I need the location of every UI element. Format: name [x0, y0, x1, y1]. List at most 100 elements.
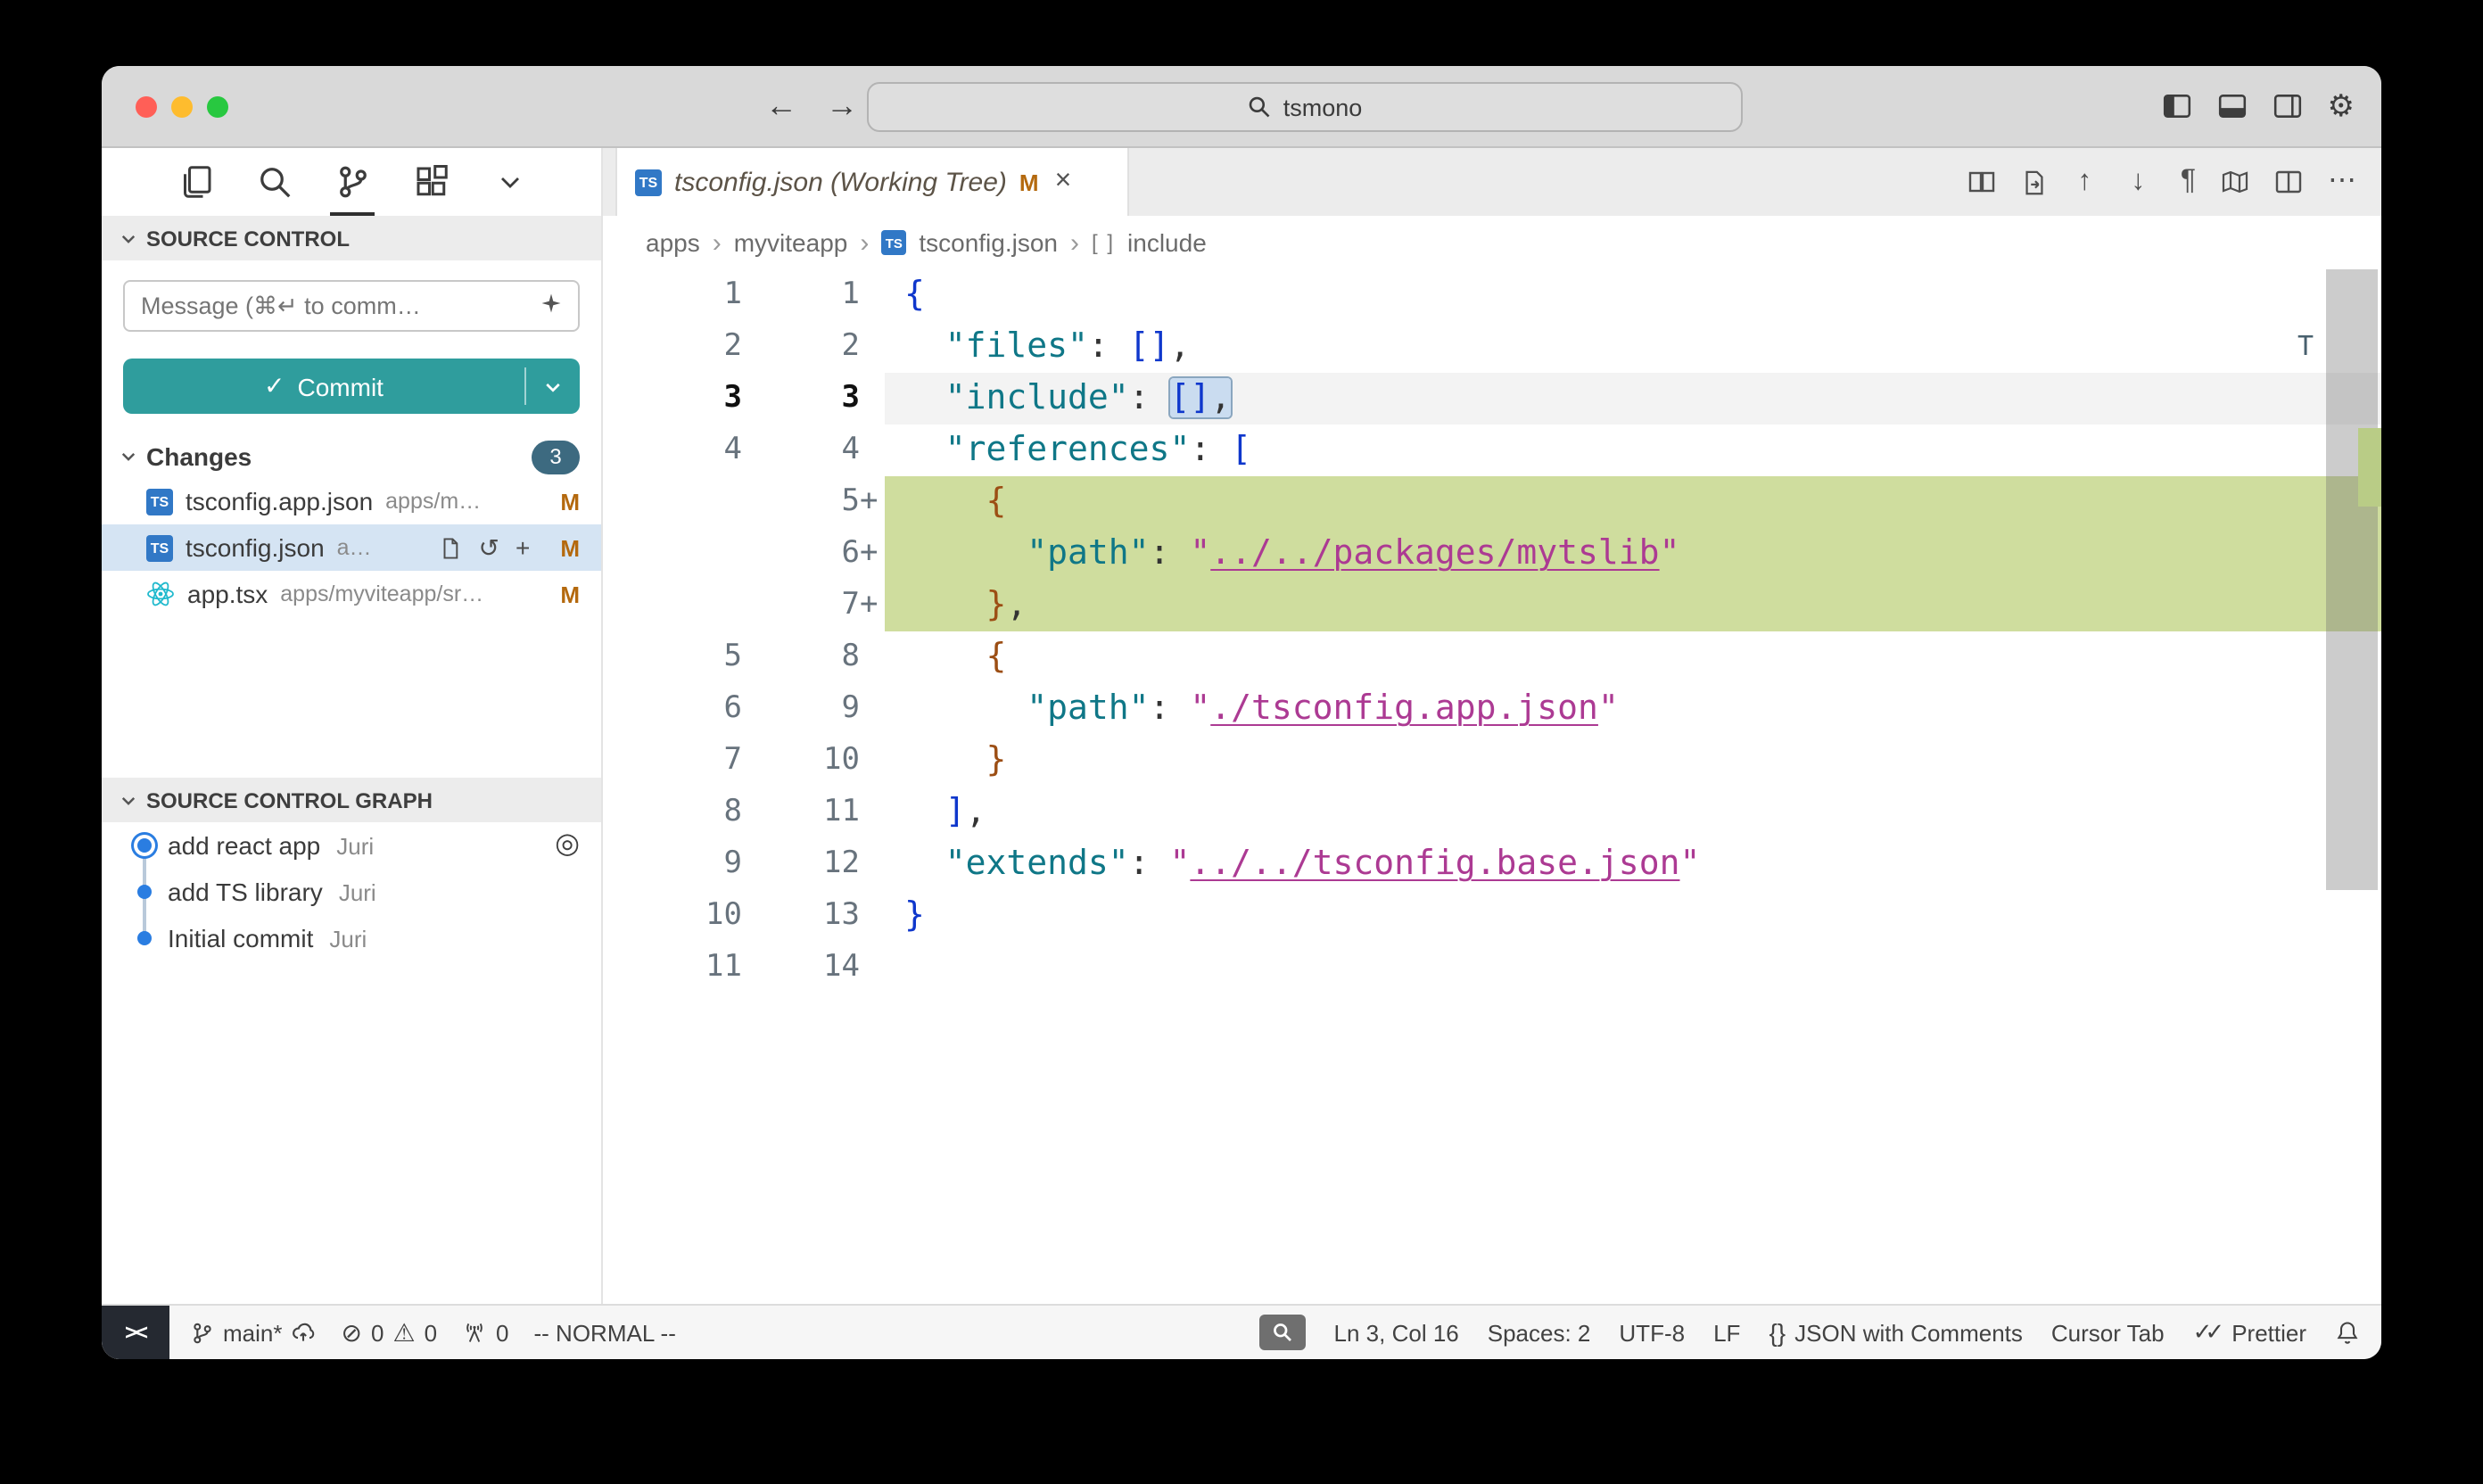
more-views-chevron-icon[interactable] — [491, 163, 528, 201]
warning-icon: ⚠ — [392, 1320, 415, 1345]
radio-tower-icon — [462, 1320, 487, 1345]
breadcrumb-item[interactable]: tsconfig.json — [919, 228, 1058, 257]
warning-count: 0 — [425, 1319, 437, 1346]
code-line[interactable]: 6+ "path": "../../packages/mytslib" — [603, 528, 2381, 580]
ports-indicator[interactable]: 0 — [462, 1319, 508, 1346]
command-center[interactable]: tsmono — [867, 82, 1743, 132]
close-window-button[interactable] — [136, 95, 157, 117]
toggle-panel-icon[interactable] — [2217, 91, 2248, 121]
problems-indicator[interactable]: ⊘ 0 ⚠ 0 — [342, 1319, 438, 1346]
more-actions-icon[interactable]: ⋯ — [2328, 168, 2356, 196]
cursor-position-indicator[interactable]: Ln 3, Col 16 — [1334, 1319, 1459, 1346]
scrollbar-thumb[interactable] — [2326, 269, 2378, 890]
breadcrumb-item[interactable]: myviteapp — [734, 228, 848, 257]
commit-row[interactable]: Initial commit Juri — [102, 915, 601, 961]
explorer-icon[interactable] — [177, 163, 214, 201]
remote-indicator[interactable]: >< — [102, 1306, 169, 1359]
formatter-indicator[interactable]: ✓✓ Prettier — [2193, 1318, 2306, 1347]
check-icon: ✓ — [264, 371, 285, 401]
target-icon[interactable]: ◎ — [555, 831, 580, 860]
cursor-tab-indicator[interactable]: Cursor Tab — [2051, 1319, 2165, 1346]
open-file-icon[interactable] — [439, 536, 462, 559]
git-branch-icon — [191, 1321, 214, 1344]
tab-tsconfig-working-tree[interactable]: TS tsconfig.json (Working Tree) M × — [615, 148, 1129, 216]
next-change-icon[interactable]: → — [2127, 168, 2156, 196]
breadcrumb-item[interactable]: include — [1127, 228, 1207, 257]
commit-message-input[interactable] — [123, 280, 580, 332]
code-line[interactable]: 33 "include": [], — [603, 373, 2381, 425]
previous-change-icon[interactable]: ← — [2074, 168, 2102, 196]
toggle-secondary-sidebar-icon[interactable] — [2273, 91, 2303, 121]
changes-label: Changes — [146, 442, 252, 471]
eol: LF — [1713, 1319, 1740, 1346]
source-control-view-icon[interactable] — [334, 163, 371, 201]
breadcrumb-item[interactable]: apps — [646, 228, 700, 257]
zoom-indicator[interactable] — [1259, 1315, 1306, 1350]
commit-dropdown-button[interactable] — [526, 359, 580, 414]
sparkle-icon[interactable] — [539, 291, 564, 316]
back-icon[interactable]: ← — [765, 87, 797, 125]
notifications-indicator[interactable] — [2335, 1320, 2360, 1345]
changed-file-row[interactable]: TS tsconfig.json a… ↺ + M — [102, 524, 601, 571]
map-icon[interactable] — [2221, 168, 2249, 196]
forward-icon[interactable]: → — [826, 87, 858, 125]
commit-row[interactable]: add TS library Juri — [102, 869, 601, 915]
error-icon: ⊘ — [342, 1320, 362, 1345]
eol-indicator[interactable]: LF — [1713, 1319, 1740, 1346]
commit-author: Juri — [336, 832, 374, 859]
encoding-indicator[interactable]: UTF-8 — [1619, 1319, 1685, 1346]
symbol-array-icon: [ ] — [1092, 230, 1115, 255]
pilcrow-icon[interactable]: ¶ — [2181, 168, 2196, 196]
changes-section-header[interactable]: Changes 3 — [102, 435, 601, 478]
code-line[interactable]: 58 { — [603, 631, 2381, 683]
diff-lines[interactable]: 11{22 "files": [],33 "include": [],44 "r… — [603, 269, 2381, 993]
vim-mode-indicator[interactable]: -- NORMAL -- — [534, 1319, 676, 1346]
indentation-indicator[interactable]: Spaces: 2 — [1488, 1319, 1591, 1346]
commit-button[interactable]: ✓ Commit — [123, 359, 580, 414]
split-editor-icon[interactable] — [2274, 168, 2303, 196]
code-line[interactable]: 7+ }, — [603, 580, 2381, 631]
breadcrumb: apps › myviteapp › TS tsconfig.json › [ … — [603, 216, 2381, 269]
stage-changes-icon[interactable]: + — [516, 533, 530, 562]
code-line[interactable]: 1013} — [603, 890, 2381, 942]
cloud-upload-icon — [292, 1320, 317, 1345]
open-changes-icon[interactable] — [1968, 168, 1997, 196]
changed-file-row[interactable]: TS tsconfig.app.json apps/m… M — [102, 478, 601, 524]
code-line[interactable]: 22 "files": [], — [603, 321, 2381, 373]
typescript-file-icon: TS — [881, 230, 906, 255]
titlebar: ← → tsmono ⚙ — [102, 66, 2381, 148]
code-line[interactable]: 912 "extends": "../../tsconfig.base.json… — [603, 838, 2381, 890]
code-line[interactable]: 69 "path": "./tsconfig.app.json" — [603, 683, 2381, 735]
commit-message: add react app — [168, 831, 320, 860]
discard-changes-icon[interactable]: ↺ — [478, 532, 499, 563]
code-line[interactable]: 11{ — [603, 269, 2381, 321]
react-file-icon — [146, 580, 175, 608]
scrollbar[interactable] — [2322, 269, 2381, 1304]
toggle-sidebar-icon[interactable] — [2162, 91, 2192, 121]
language-mode-indicator[interactable]: {} JSON with Comments — [1769, 1319, 2022, 1346]
zoom-window-button[interactable] — [207, 95, 228, 117]
minimize-window-button[interactable] — [171, 95, 193, 117]
diff-editor[interactable]: 11{22 "files": [],33 "include": [],44 "r… — [603, 269, 2381, 1304]
changed-file-row[interactable]: app.tsx apps/myviteapp/sr… M — [102, 571, 601, 617]
gear-icon[interactable]: ⚙ — [2328, 91, 2355, 121]
commit-row[interactable]: add react app Juri ◎ — [102, 822, 601, 869]
typescript-file-icon: TS — [146, 488, 173, 515]
file-path: a… — [337, 535, 372, 560]
source-control-section-header[interactable]: SOURCE CONTROL — [102, 216, 601, 260]
braces-icon: {} — [1769, 1320, 1786, 1345]
cursor-tab-label: Cursor Tab — [2051, 1319, 2165, 1346]
close-icon[interactable]: × — [1055, 168, 1072, 196]
extensions-view-icon[interactable] — [412, 163, 450, 201]
code-line[interactable]: 811 ], — [603, 787, 2381, 838]
ports-count: 0 — [496, 1319, 508, 1346]
branch-indicator[interactable]: main* — [191, 1319, 317, 1346]
code-line[interactable]: 5+ { — [603, 476, 2381, 528]
search-view-icon[interactable] — [255, 163, 293, 201]
code-line[interactable]: 710 } — [603, 735, 2381, 787]
code-line[interactable]: 44 "references": [ — [603, 425, 2381, 476]
vim-mode: -- NORMAL -- — [534, 1319, 676, 1346]
go-to-file-icon[interactable] — [2022, 169, 2049, 195]
code-line[interactable]: 1114 — [603, 942, 2381, 993]
source-control-graph-header[interactable]: SOURCE CONTROL GRAPH — [102, 778, 601, 822]
